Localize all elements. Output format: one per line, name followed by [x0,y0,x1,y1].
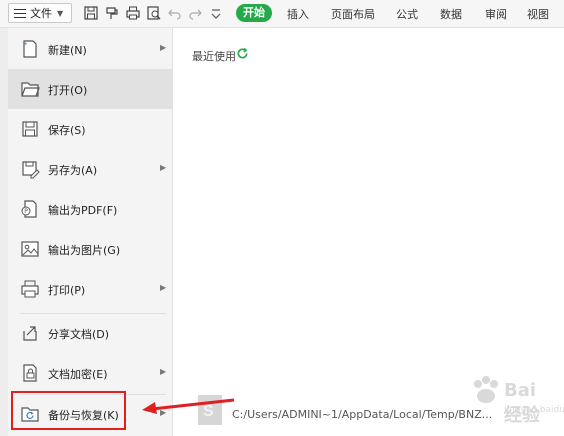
menu-item-export-pdf[interactable]: P 输出为PDF(F) [8,189,172,229]
menu-item-save[interactable]: 保存(S) [8,109,172,149]
refresh-icon[interactable] [236,47,249,60]
tab-page-layout[interactable]: 页面布局 [331,6,375,22]
menu-item-label: 打印(P) [48,284,86,297]
menu-item-label: 新建(N) [48,44,87,57]
watermark-text: Bai 经验 [504,380,540,426]
recent-file-path[interactable]: C:/Users/ADMINI~1/AppData/Local/Temp/BNZ… [232,408,492,421]
folder-open-icon [21,82,40,97]
chevron-right-icon: ▶ [160,163,167,172]
save-icon[interactable] [84,6,98,20]
recent-title: 最近使用 [192,50,236,63]
menu-item-export-image[interactable]: 输出为图片(G) [8,229,172,269]
menu-item-label: 文档加密(E) [48,368,108,381]
print-icon[interactable] [126,6,140,20]
menu-item-save-as[interactable]: 另存为(A) ▶ [8,149,172,189]
tab-insert[interactable]: 插入 [287,6,309,22]
svg-text:*: * [24,41,28,49]
watermark-logo: Bai 经验 jingyan.baidu.com [470,374,564,430]
top-toolbar: 文件 ▼ 开始 插入 页面布局 公式 数据 审阅 视图 [0,0,564,28]
hamburger-icon [14,8,26,18]
menu-item-label: 保存(S) [48,124,86,137]
file-menu: * 新建(N) ▶ 打开(O) 保存(S) 另存为(A) ▶ P 输出为PDF(… [8,28,173,436]
annotation-highlight-box [11,391,126,430]
customize-toolbar-icon[interactable] [209,7,223,21]
redo-icon[interactable] [188,6,202,20]
paw-icon [474,376,498,403]
menu-item-share[interactable]: 分享文档(D) [8,313,172,353]
menu-item-label: 输出为图片(G) [48,244,121,257]
annotation-arrow-icon [142,398,235,414]
format-painter-icon[interactable] [105,6,119,20]
undo-icon[interactable] [168,6,182,20]
save-icon [22,121,38,137]
menu-item-encrypt[interactable]: 文档加密(E) ▶ [8,353,172,393]
tab-home[interactable]: 开始 [236,4,272,22]
save-as-icon [22,161,40,179]
chevron-down-icon: ▼ [57,8,64,18]
tab-formula[interactable]: 公式 [396,6,418,22]
new-file-icon: * [23,40,37,58]
menu-item-print[interactable]: 打印(P) ▶ [8,269,172,309]
menu-item-new[interactable]: * 新建(N) ▶ [8,29,172,69]
svg-text:P: P [24,208,28,215]
share-icon [23,326,37,341]
chevron-right-icon: ▶ [160,43,167,52]
menu-item-label: 分享文档(D) [48,328,110,341]
export-image-icon [21,241,39,257]
print-preview-icon[interactable] [147,6,161,20]
tab-view[interactable]: 视图 [527,6,549,22]
menu-item-open[interactable]: 打开(O) [8,69,172,109]
menu-item-label: 打开(O) [48,84,88,97]
watermark-subtext: jingyan.baidu.com [504,405,564,415]
tab-data[interactable]: 数据 [440,6,462,22]
export-pdf-icon: P [21,200,37,218]
tab-review[interactable]: 审阅 [485,6,507,22]
chevron-right-icon: ▶ [160,367,167,376]
encrypt-icon [23,364,37,382]
menu-item-label: 另存为(A) [48,164,98,177]
sheet-backdrop [0,28,8,436]
file-menu-button[interactable]: 文件 ▼ [8,3,72,23]
chevron-right-icon: ▶ [160,283,167,292]
print-icon [21,280,39,298]
file-menu-label: 文件 [30,7,52,20]
menu-item-label: 输出为PDF(F) [48,204,118,217]
